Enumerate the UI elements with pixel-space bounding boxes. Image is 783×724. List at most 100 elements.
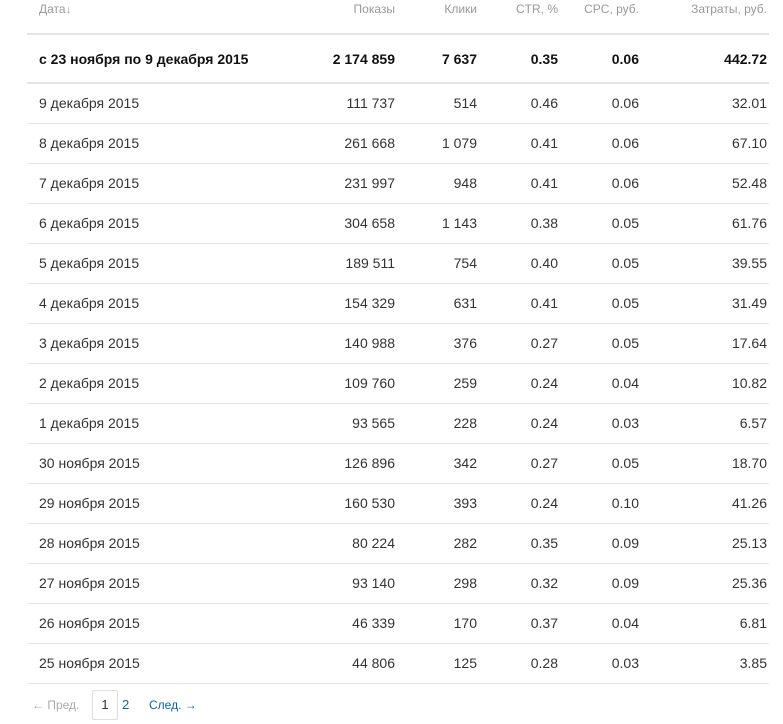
table-row: 29 ноября 2015 160 530 393 0.24 0.10 41.… — [27, 484, 769, 524]
cell-date: 28 ноября 2015 — [39, 535, 140, 551]
sort-down-icon[interactable]: ↓ — [66, 4, 72, 16]
statistics-table: Дата↓ Показы Клики CTR, % CPC, руб. Затр… — [27, 0, 769, 684]
column-header-ctr[interactable]: CTR, % — [516, 0, 558, 18]
total-cpc: 0.06 — [611, 51, 639, 67]
cell-ctr: 0.27 — [530, 335, 558, 351]
cell-cpc: 0.04 — [611, 375, 639, 391]
cell-clicks: 342 — [453, 455, 477, 471]
cell-impressions: 44 806 — [352, 655, 395, 671]
cell-ctr: 0.40 — [530, 255, 558, 271]
cell-date: 8 декабря 2015 — [39, 135, 140, 151]
cell-date: 3 декабря 2015 — [39, 335, 140, 351]
cell-cpc: 0.10 — [611, 495, 639, 511]
cell-impressions: 93 140 — [352, 575, 395, 591]
cell-cost: 6.57 — [739, 415, 767, 431]
cell-cost: 25.13 — [731, 535, 767, 551]
cell-date: 25 ноября 2015 — [39, 655, 140, 671]
table-row: 3 декабря 2015 140 988 376 0.27 0.05 17.… — [27, 324, 769, 364]
table-row: 1 декабря 2015 93 565 228 0.24 0.03 6.57 — [27, 404, 769, 444]
table-row: 8 декабря 2015 261 668 1 079 0.41 0.06 6… — [27, 124, 769, 164]
cell-date: 29 ноября 2015 — [39, 495, 140, 511]
cell-cost: 67.10 — [731, 135, 767, 151]
cell-clicks: 948 — [453, 175, 477, 191]
table-row: 28 ноября 2015 80 224 282 0.35 0.09 25.1… — [27, 524, 769, 564]
cell-clicks: 631 — [453, 295, 477, 311]
cell-clicks: 514 — [453, 95, 477, 111]
cell-date: 5 декабря 2015 — [39, 255, 140, 271]
cell-ctr: 0.24 — [530, 415, 558, 431]
column-header-cpc[interactable]: CPC, руб. — [584, 0, 639, 18]
column-header-date-label: Дата — [39, 2, 66, 16]
cell-ctr: 0.41 — [530, 295, 558, 311]
table-row: 9 декабря 2015 111 737 514 0.46 0.06 32.… — [27, 84, 769, 124]
cell-cost: 6.81 — [739, 615, 767, 631]
column-header-impressions[interactable]: Показы — [354, 0, 395, 18]
cell-ctr: 0.41 — [530, 135, 558, 151]
cell-cpc: 0.05 — [611, 215, 639, 231]
cell-cost: 41.26 — [731, 495, 767, 511]
table-row: 4 декабря 2015 154 329 631 0.41 0.05 31.… — [27, 284, 769, 324]
cell-impressions: 46 339 — [352, 615, 395, 631]
cell-impressions: 109 760 — [344, 375, 395, 391]
cell-date: 1 декабря 2015 — [39, 415, 140, 431]
cell-cpc: 0.03 — [611, 415, 639, 431]
page-1-current: 1 — [92, 690, 118, 720]
column-header-clicks[interactable]: Клики — [444, 0, 477, 18]
column-header-date[interactable]: Дата↓ — [39, 0, 71, 19]
cell-cpc: 0.09 — [611, 535, 639, 551]
table-row: 2 декабря 2015 109 760 259 0.24 0.04 10.… — [27, 364, 769, 404]
cell-cost: 31.49 — [731, 295, 767, 311]
total-ctr: 0.35 — [530, 51, 558, 67]
cell-cpc: 0.04 — [611, 615, 639, 631]
table-row: 25 ноября 2015 44 806 125 0.28 0.03 3.85 — [27, 644, 769, 684]
cell-cost: 61.76 — [731, 215, 767, 231]
cell-impressions: 126 896 — [344, 455, 395, 471]
cell-cpc: 0.05 — [611, 295, 639, 311]
cell-cpc: 0.09 — [611, 575, 639, 591]
cell-ctr: 0.38 — [530, 215, 558, 231]
cell-cost: 10.82 — [731, 375, 767, 391]
next-page-button[interactable]: След. → — [149, 690, 197, 720]
cell-impressions: 304 658 — [344, 215, 395, 231]
total-row: с 23 ноября по 9 декабря 2015 2 174 859 … — [27, 35, 769, 84]
cell-date: 30 ноября 2015 — [39, 455, 140, 471]
total-cost: 442.72 — [724, 51, 767, 67]
cell-clicks: 376 — [453, 335, 477, 351]
cell-date: 7 декабря 2015 — [39, 175, 140, 191]
cell-clicks: 282 — [453, 535, 477, 551]
table-row: 5 декабря 2015 189 511 754 0.40 0.05 39.… — [27, 244, 769, 284]
cell-cost: 52.48 — [731, 175, 767, 191]
cell-date: 27 ноября 2015 — [39, 575, 140, 591]
cell-cpc: 0.06 — [611, 175, 639, 191]
cell-ctr: 0.32 — [530, 575, 558, 591]
cell-date: 4 декабря 2015 — [39, 295, 140, 311]
cell-cost: 18.70 — [731, 455, 767, 471]
cell-clicks: 259 — [453, 375, 477, 391]
table-row: 30 ноября 2015 126 896 342 0.27 0.05 18.… — [27, 444, 769, 484]
cell-clicks: 754 — [453, 255, 477, 271]
cell-clicks: 170 — [453, 615, 477, 631]
cell-clicks: 393 — [453, 495, 477, 511]
cell-impressions: 140 988 — [344, 335, 395, 351]
total-impressions: 2 174 859 — [332, 51, 395, 67]
column-header-cost[interactable]: Затраты, руб. — [691, 0, 767, 18]
cell-cost: 39.55 — [731, 255, 767, 271]
cell-cpc: 0.06 — [611, 95, 639, 111]
cell-date: 6 декабря 2015 — [39, 215, 140, 231]
cell-ctr: 0.24 — [530, 495, 558, 511]
cell-cpc: 0.05 — [611, 335, 639, 351]
cell-impressions: 154 329 — [344, 295, 395, 311]
cell-impressions: 111 737 — [346, 95, 395, 111]
table-row: 7 декабря 2015 231 997 948 0.41 0.06 52.… — [27, 164, 769, 204]
table-row: 6 декабря 2015 304 658 1 143 0.38 0.05 6… — [27, 204, 769, 244]
cell-clicks: 228 — [453, 415, 477, 431]
cell-clicks: 125 — [453, 655, 477, 671]
cell-clicks: 1 143 — [441, 215, 477, 231]
cell-cpc: 0.05 — [611, 255, 639, 271]
table-header: Дата↓ Показы Клики CTR, % CPC, руб. Затр… — [27, 0, 769, 35]
cell-clicks: 1 079 — [441, 135, 477, 151]
page-2-link[interactable]: 2 — [122, 690, 129, 720]
cell-impressions: 93 565 — [352, 415, 395, 431]
cell-impressions: 189 511 — [345, 255, 395, 271]
statistics-page: Дата↓ Показы Клики CTR, % CPC, руб. Затр… — [0, 0, 783, 724]
